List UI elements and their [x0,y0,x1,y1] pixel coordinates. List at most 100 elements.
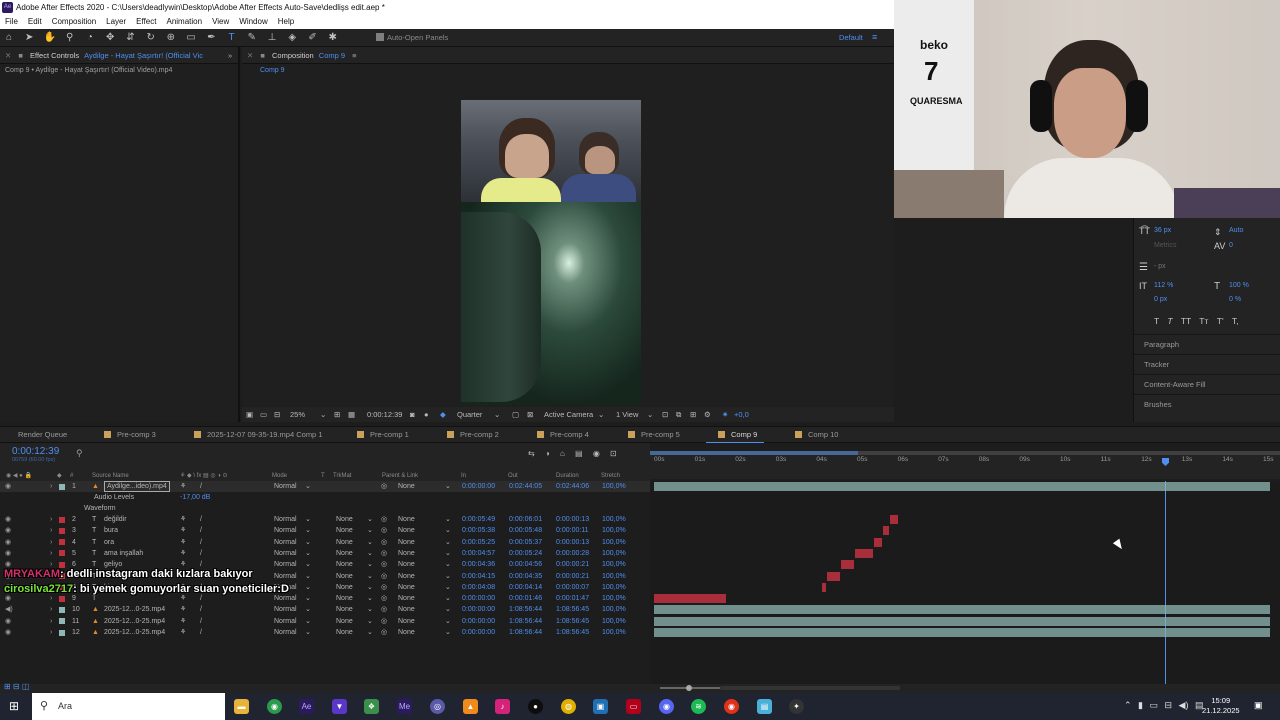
layer-label-color[interactable] [59,561,65,568]
tiktok-icon[interactable]: ♪ [495,699,510,714]
after-effects-taskbar-icon[interactable]: Ae [299,699,314,714]
layer-duration-bar[interactable] [654,628,1270,637]
home-icon[interactable]: ⌂ [3,32,15,44]
shy-switch-icon[interactable]: ⚘ [180,537,186,548]
orbit-camera-icon[interactable]: ◔ [84,32,96,44]
workspace-menu-icon[interactable]: ≡ [872,32,877,42]
chevron-down-icon[interactable]: ⌄ [367,548,373,559]
menu-composition[interactable]: Composition [52,17,96,26]
quality-switch-icon[interactable]: / [200,514,202,525]
track-matte-dropdown[interactable]: None [336,548,353,559]
layer-in-point[interactable]: 0:00:00:00 [462,604,495,615]
layer-duration[interactable]: 0:00:00:11 [556,525,589,536]
layer-row[interactable]: ◉ › 2 Tdeğildir ⚘ / Normal ⌄ None ⌄ ◎ None ⌄ 0:00:05:… [0,514,650,525]
chevron-down-icon[interactable]: ⌄ [305,571,311,582]
layer-out-point[interactable]: 0:00:04:56 [509,559,542,570]
layer-in-point[interactable]: 0:00:00:00 [462,616,495,627]
menu-view[interactable]: View [212,17,229,26]
blend-mode-dropdown[interactable]: Normal [274,616,297,627]
current-time-indicator[interactable] [1165,481,1166,684]
parent-dropdown[interactable]: None [398,559,415,570]
puppet-pin-icon[interactable]: ✱ [327,32,339,44]
chevron-down-icon[interactable]: ⌄ [367,525,373,536]
chevron-down-icon[interactable]: ⌄ [445,627,451,638]
hand-tool-icon[interactable]: ✋ [43,32,55,44]
layer-duration-bar[interactable] [826,571,841,581]
layer-row[interactable]: ◉ › 1 ▲ Aydilge...ideo).mp4 ⚘ / Normal ⌄ ◎ None ⌄ 0:… [0,481,650,492]
panel-overflow-icon[interactable]: » [228,47,232,64]
quality-switch-icon[interactable]: / [200,481,202,492]
twirl-arrow-icon[interactable]: › [50,627,52,638]
parent-pickwhip-icon[interactable]: ◎ [381,571,387,582]
layer-label-color[interactable] [59,527,65,534]
layer-name[interactable]: 2025-12...0-25.mp4 [104,627,165,638]
chevron-down-icon[interactable]: ⌄ [305,582,311,593]
layer-name[interactable]: 2025-12...0-25.mp4 [104,604,165,615]
chevron-down-icon[interactable]: ⌄ [445,514,451,525]
visibility-eye-icon[interactable]: ◉ [5,627,11,638]
layer-duration[interactable]: 1:08:56:45 [556,604,589,615]
layer-duration[interactable]: 0:02:44:06 [556,481,589,492]
roto-brush-icon[interactable]: ✐ [307,32,319,44]
fast-previews-icon[interactable]: ⧉ [676,407,681,422]
media-encoder-icon[interactable]: Me [397,699,412,714]
layer-stretch[interactable]: 100,0% [602,537,626,548]
twirl-arrow-icon[interactable]: › [50,537,52,548]
quality-switch-icon[interactable]: / [200,548,202,559]
parent-dropdown[interactable]: None [398,582,415,593]
taskbar-search-box[interactable]: ⚲ Ara [32,693,225,720]
timeline-tab[interactable]: Comp 9 [718,427,757,443]
layer-out-point[interactable]: 0:00:04:35 [509,571,542,582]
layer-row[interactable]: ◉ › 12 ▲ 2025-12...0-25.mp4 ⚘ / Normal ⌄ None ⌄ ◎ No… [0,627,650,638]
layer-row[interactable]: ◉ › 3 Tbura ⚘ / Normal ⌄ None ⌄ ◎ None ⌄ 0:00:05:38 0:… [0,525,650,536]
parent-pickwhip-icon[interactable]: ◎ [381,582,387,593]
chevron-down-icon[interactable]: ⌄ [305,616,311,627]
layer-duration-bar[interactable] [654,605,1270,615]
pan-behind-icon[interactable]: ⊕ [165,32,177,44]
layer-name[interactable]: değildir [104,514,127,525]
layer-out-point[interactable]: 0:00:05:48 [509,525,542,536]
horizontal-scale-value[interactable]: 100 % [1229,282,1249,289]
chevron-down-icon[interactable]: ⌄ [445,604,451,615]
blend-mode-dropdown[interactable]: Normal [274,537,297,548]
layer-in-point[interactable]: 0:00:05:49 [462,514,495,525]
visibility-eye-icon[interactable]: ◉ [5,525,11,536]
visibility-eye-icon[interactable]: ◉ [5,548,11,559]
layer-in-point[interactable]: 0:00:04:57 [462,548,495,559]
auto-open-panels-toggle[interactable]: Auto-Open Panels [376,33,448,42]
time-ruler[interactable]: 00s 01s 02s 03s 04s 05s 06s 07s 08s 09s 10s 11s 12s 1… [650,451,1280,479]
chevron-down-icon[interactable]: ⌄ [305,548,311,559]
layer-duration[interactable]: 1:08:56:45 [556,616,589,627]
layer-in-point[interactable]: 0:00:04:08 [462,582,495,593]
show-snapshot-icon[interactable]: ● [424,407,429,422]
parent-dropdown[interactable]: None [398,627,415,638]
all-caps-button[interactable]: TT [1181,316,1191,326]
timeline-tab[interactable]: Pre-comp 5 [628,427,680,443]
layer-duration[interactable]: 0:00:00:07 [556,582,589,593]
layer-duration-bar[interactable] [654,482,1270,491]
small-caps-button[interactable]: Tт [1199,316,1208,326]
track-matte-dropdown[interactable]: None [336,537,353,548]
composition-viewer[interactable] [461,100,641,405]
layer-duration[interactable]: 0:00:00:21 [556,559,589,570]
quality-switch-icon[interactable]: / [200,616,202,627]
track-matte-dropdown[interactable]: None [336,604,353,615]
track-matte-dropdown[interactable]: None [336,525,353,536]
baseline-shift-value[interactable]: 0 px [1154,296,1167,303]
reset-exposure-icon[interactable]: ✷ [722,407,728,422]
visibility-eye-icon[interactable]: ◉ [5,537,11,548]
parent-pickwhip-icon[interactable]: ◎ [381,525,387,536]
chevron-down-icon[interactable]: ⌄ [305,514,311,525]
quality-switch-icon[interactable]: / [200,627,202,638]
layer-out-point[interactable]: 0:00:04:14 [509,582,542,593]
menu-window[interactable]: Window [239,17,267,26]
discord-icon[interactable]: ◉ [659,699,674,714]
track-matte-dropdown[interactable]: None [336,616,353,627]
chevron-down-icon[interactable]: ⌄ [445,571,451,582]
subscript-button[interactable]: T, [1232,316,1239,326]
timeline-tab[interactable]: Comp 10 [795,427,838,443]
layer-row[interactable]: ◉ › 4 Tora ⚘ / Normal ⌄ None ⌄ ◎ None ⌄ 0:00:05:25 0:0… [0,537,650,548]
chevron-down-icon[interactable]: ⌄ [305,627,311,638]
search-icon[interactable]: ⚲ [76,448,83,459]
layer-duration[interactable]: 0:00:00:21 [556,571,589,582]
